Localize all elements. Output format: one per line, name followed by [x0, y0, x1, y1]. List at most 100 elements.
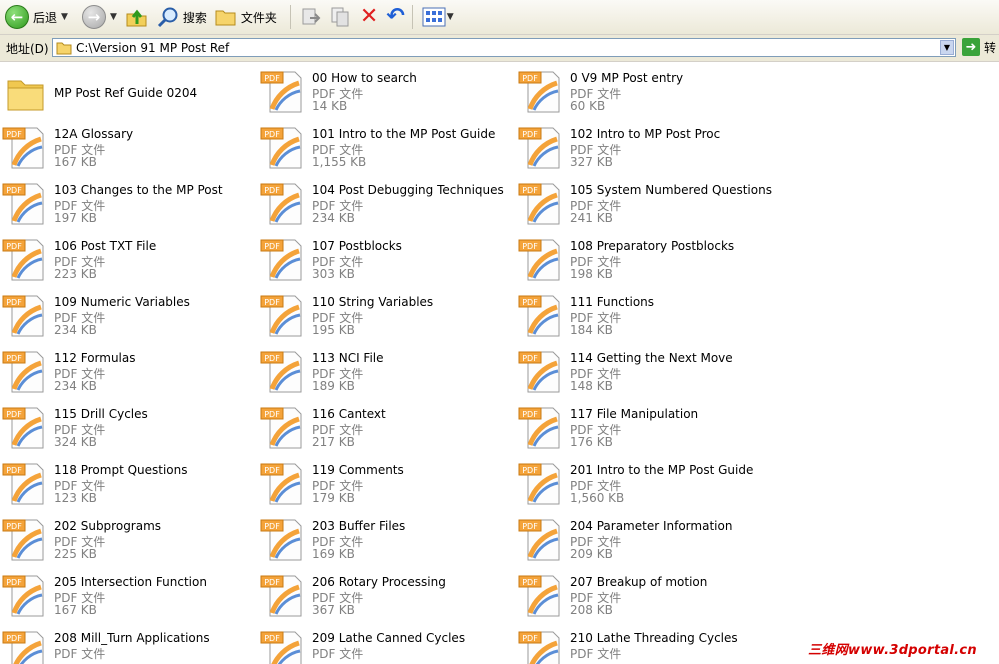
pdf-file-item[interactable]: PDF 210 Lathe Threading Cycles PDF 文件: [516, 622, 771, 664]
pdf-file-item[interactable]: PDF 112 Formulas PDF 文件 234 KB: [0, 342, 255, 398]
file-name: 104 Post Debugging Techniques: [312, 183, 504, 197]
go-arrow-icon: ➜: [962, 38, 980, 56]
pdf-file-item[interactable]: PDF 113 NCI File PDF 文件 189 KB: [258, 342, 513, 398]
file-name: 208 Mill_Turn Applications: [54, 631, 210, 645]
delete-icon: ✕: [359, 4, 379, 29]
file-name: 114 Getting the Next Move: [570, 351, 733, 365]
file-name: 201 Intro to the MP Post Guide: [570, 463, 754, 477]
pdf-file-icon: PDF: [260, 295, 302, 337]
pdf-file-item[interactable]: PDF 115 Drill Cycles PDF 文件 324 KB: [0, 398, 255, 454]
pdf-file-item[interactable]: PDF 203 Buffer Files PDF 文件 169 KB: [258, 510, 513, 566]
file-name: 210 Lathe Threading Cycles: [570, 631, 738, 645]
pdf-file-item[interactable]: PDF 00 How to search PDF 文件 14 KB: [258, 62, 513, 118]
pdf-file-icon: PDF: [2, 463, 44, 505]
undo-button[interactable]: ↶: [383, 3, 407, 31]
watermark: 三维网www.3dportal.cn: [808, 643, 977, 658]
pdf-file-item[interactable]: PDF 205 Intersection Function PDF 文件 167 KB: [0, 566, 255, 622]
back-arrow-icon: ←: [5, 5, 29, 29]
views-dropdown-icon: ▼: [446, 12, 454, 22]
file-name: 118 Prompt Questions: [54, 463, 188, 477]
file-name: 203 Buffer Files: [312, 519, 406, 533]
pdf-file-item[interactable]: PDF 103 Changes to the MP Post PDF 文件 197 K…: [0, 174, 255, 230]
pdf-file-item[interactable]: PDF 201 Intro to the MP Post Guide PDF 文件 1…: [516, 454, 771, 510]
pdf-file-item[interactable]: PDF 110 String Variables PDF 文件 195 KB: [258, 286, 513, 342]
pdf-file-item[interactable]: PDF 12A Glossary PDF 文件 167 KB: [0, 118, 255, 174]
pdf-badge: PDF: [6, 186, 22, 195]
file-name: 109 Numeric Variables: [54, 295, 190, 309]
toolbar-divider: [289, 5, 291, 29]
address-bar: 地址(D) C:\Version 91 MP Post Ref ▼ ➜ 转: [0, 35, 999, 62]
file-type: PDF 文件: [54, 647, 106, 661]
pdf-file-item[interactable]: PDF 118 Prompt Questions PDF 文件 123 KB: [0, 454, 255, 510]
address-input[interactable]: C:\Version 91 MP Post Ref ▼: [52, 38, 956, 57]
pdf-badge: PDF: [264, 522, 280, 531]
views-button[interactable]: ▼: [419, 3, 457, 31]
delete-button[interactable]: ✕: [357, 3, 381, 31]
pdf-file-item[interactable]: PDF 207 Breakup of motion PDF 文件 208 KB: [516, 566, 771, 622]
pdf-file-item[interactable]: PDF 208 Mill_Turn Applications PDF 文件: [0, 622, 255, 664]
folder-item[interactable]: MP Post Ref Guide 0204: [0, 62, 255, 118]
file-name: 00 How to search: [312, 71, 417, 85]
pdf-badge: PDF: [6, 578, 22, 587]
pdf-file-item[interactable]: PDF 0 V9 MP Post entry PDF 文件 60 KB: [516, 62, 771, 118]
pdf-file-item[interactable]: PDF 102 Intro to MP Post Proc PDF 文件 327 KB: [516, 118, 771, 174]
file-name: 117 File Manipulation: [570, 407, 699, 421]
file-name: 205 Intersection Function: [54, 575, 207, 589]
pdf-file-item[interactable]: PDF 114 Getting the Next Move PDF 文件 148 KB: [516, 342, 771, 398]
folders-button[interactable]: 文件夹: [212, 3, 280, 31]
folder-icon: [215, 10, 236, 26]
forward-dropdown-icon[interactable]: ▼: [110, 12, 117, 22]
copy-to-button[interactable]: [327, 3, 355, 31]
pdf-file-item[interactable]: PDF 111 Functions PDF 文件 184 KB: [516, 286, 771, 342]
pdf-file-item[interactable]: PDF 101 Intro to the MP Post Guide PDF 文件 1…: [258, 118, 513, 174]
file-size: 198 KB: [570, 267, 613, 281]
move-to-button[interactable]: [297, 3, 325, 31]
file-name: 0 V9 MP Post entry: [570, 71, 684, 85]
up-folder-icon: [126, 9, 147, 27]
back-button[interactable]: ← 后退 ▼: [2, 3, 71, 31]
pdf-badge: PDF: [264, 186, 280, 195]
up-folder-button[interactable]: [122, 3, 152, 31]
pdf-file-item[interactable]: PDF 204 Parameter Information PDF 文件 209 KB: [516, 510, 771, 566]
pdf-badge: PDF: [264, 634, 280, 643]
pdf-file-item[interactable]: PDF 206 Rotary Processing PDF 文件 367 KB: [258, 566, 513, 622]
file-size: 167 KB: [54, 155, 97, 169]
address-label: 地址(D): [6, 41, 49, 56]
go-button[interactable]: ➜ 转: [962, 38, 996, 56]
file-name: 110 String Variables: [312, 295, 434, 309]
pdf-badge: PDF: [522, 298, 538, 307]
pdf-badge: PDF: [264, 578, 280, 587]
pdf-file-icon: PDF: [2, 295, 44, 337]
pdf-file-icon: PDF: [2, 519, 44, 561]
pdf-file-icon: PDF: [518, 183, 560, 225]
file-size: 225 KB: [54, 547, 97, 561]
file-name: 119 Comments: [312, 463, 404, 477]
file-size: 184 KB: [570, 323, 613, 337]
pdf-file-item[interactable]: PDF 117 File Manipulation PDF 文件 176 KB: [516, 398, 771, 454]
pdf-badge: PDF: [522, 242, 538, 251]
pdf-file-item[interactable]: PDF 116 Cantext PDF 文件 217 KB: [258, 398, 513, 454]
file-name: 101 Intro to the MP Post Guide: [312, 127, 496, 141]
search-button[interactable]: 搜索: [154, 3, 210, 31]
pdf-file-item[interactable]: PDF 108 Preparatory Postblocks PDF 文件 198 K…: [516, 230, 771, 286]
file-size: 217 KB: [312, 435, 355, 449]
pdf-file-item[interactable]: PDF 202 Subprograms PDF 文件 225 KB: [0, 510, 255, 566]
pdf-file-item[interactable]: PDF 119 Comments PDF 文件 179 KB: [258, 454, 513, 510]
address-dropdown-icon[interactable]: ▼: [940, 40, 954, 55]
pdf-file-item[interactable]: PDF 209 Lathe Canned Cycles PDF 文件: [258, 622, 513, 664]
file-type: PDF 文件: [570, 647, 622, 661]
pdf-file-item[interactable]: PDF 105 System Numbered Questions PDF 文件 24…: [516, 174, 772, 230]
back-dropdown-icon[interactable]: ▼: [61, 12, 68, 22]
pdf-file-item[interactable]: PDF 109 Numeric Variables PDF 文件 234 KB: [0, 286, 255, 342]
forward-button[interactable]: → ▼: [79, 3, 120, 31]
file-size: 241 KB: [570, 211, 613, 225]
pdf-badge: PDF: [522, 634, 538, 643]
file-size: 234 KB: [54, 379, 97, 393]
file-list: MP Post Ref Guide 0204 PDF 00 How to sear…: [0, 62, 999, 664]
undo-icon: ↶: [386, 4, 405, 29]
pdf-badge: PDF: [264, 410, 280, 419]
pdf-badge: PDF: [264, 130, 280, 139]
pdf-file-item[interactable]: PDF 107 Postblocks PDF 文件 303 KB: [258, 230, 513, 286]
pdf-file-item[interactable]: PDF 106 Post TXT File PDF 文件 223 KB: [0, 230, 255, 286]
pdf-file-item[interactable]: PDF 104 Post Debugging Techniques PDF 文件 23…: [258, 174, 513, 230]
